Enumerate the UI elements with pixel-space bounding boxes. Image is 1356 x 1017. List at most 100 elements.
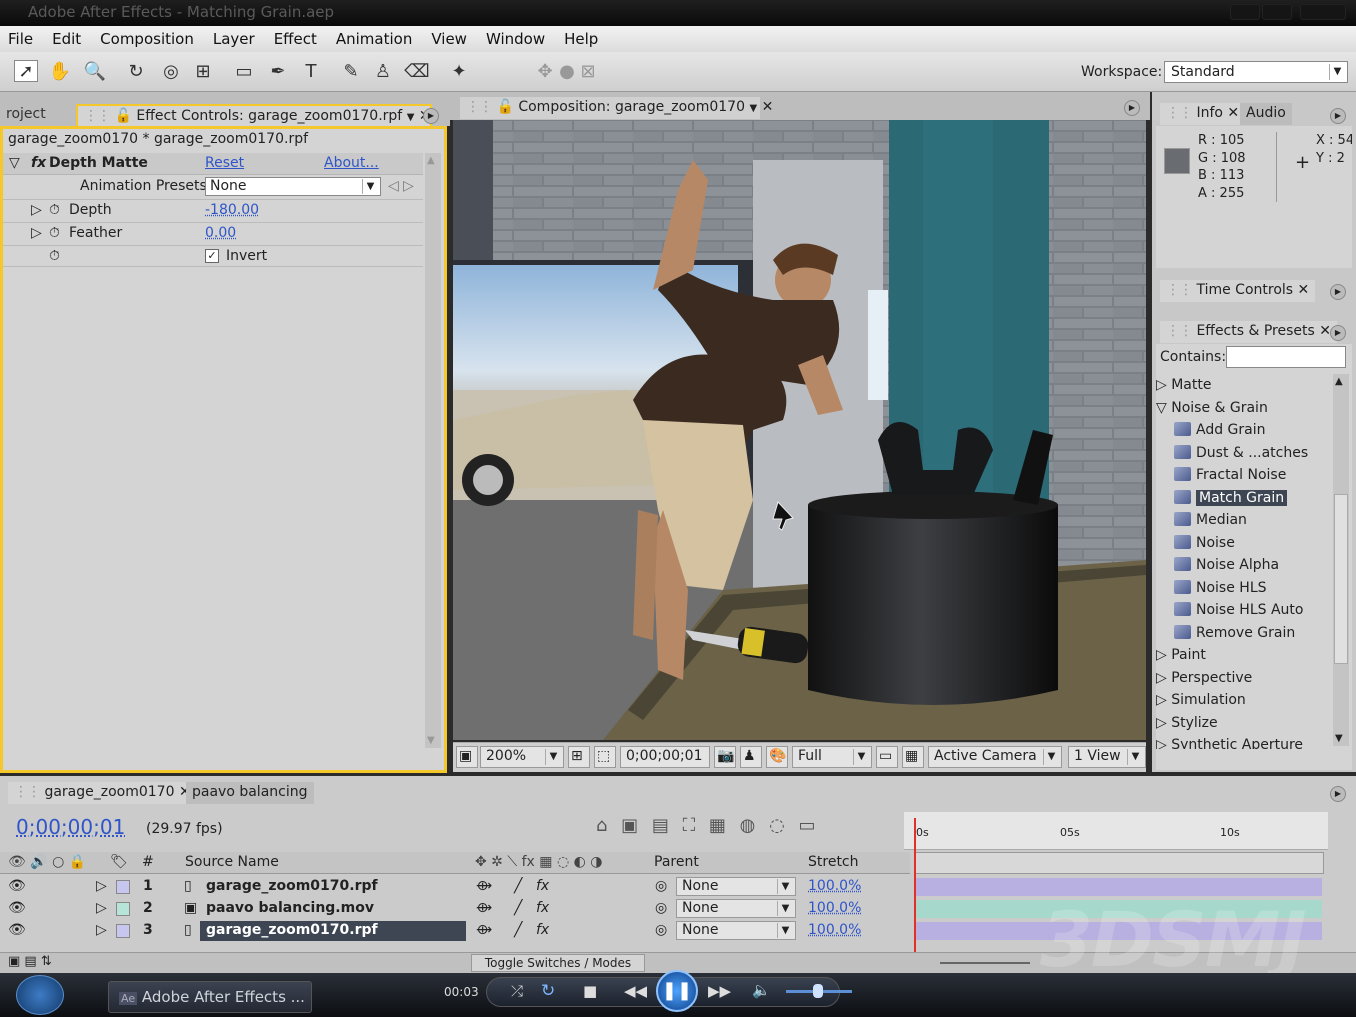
footer-toggle-icons[interactable]: ▣ ▤ ⇅ bbox=[8, 954, 52, 969]
panel-menu-icon[interactable]: ▶ bbox=[1330, 284, 1346, 300]
close-icon[interactable]: ✕ bbox=[1298, 282, 1310, 298]
tab-effect-controls[interactable]: ⋮⋮ 🔓 Effect Controls: garage_zoom0170.rp… bbox=[76, 104, 432, 126]
pickwhip-icon[interactable]: ◎ bbox=[655, 922, 667, 938]
timeline-current-time[interactable]: 0;00;00;01 bbox=[16, 815, 125, 839]
effect-item[interactable]: Fractal Noise bbox=[1156, 467, 1328, 489]
parent-select[interactable]: None ▼ bbox=[676, 921, 796, 940]
visibility-eye-icon[interactable]: 👁 bbox=[8, 922, 26, 938]
fx-icon[interactable]: fx bbox=[536, 878, 549, 894]
stopwatch-icon[interactable]: ⏱ bbox=[49, 248, 60, 264]
effect-item[interactable]: Noise HLS bbox=[1156, 580, 1328, 602]
tab-timeline-paavo[interactable]: paavo balancing bbox=[186, 782, 314, 804]
about-link[interactable]: About... bbox=[324, 155, 379, 171]
category-matte[interactable]: ▷ Matte bbox=[1156, 377, 1328, 399]
category-noise-grain[interactable]: ▽ Noise & Grain bbox=[1156, 400, 1328, 422]
stopwatch-icon[interactable]: ⏱ bbox=[49, 202, 60, 218]
pen-tool-icon[interactable]: ✒ bbox=[266, 60, 290, 82]
stretch-value[interactable]: 100.0% bbox=[808, 900, 861, 916]
menu-layer[interactable]: Layer bbox=[213, 30, 255, 48]
visibility-eye-icon[interactable]: 👁 bbox=[8, 878, 26, 894]
parent-select[interactable]: None ▼ bbox=[676, 877, 796, 896]
stretch-value[interactable]: 100.0% bbox=[808, 878, 861, 894]
current-time-indicator[interactable] bbox=[914, 818, 916, 952]
axis-mode-icon[interactable]: ✥ bbox=[533, 60, 557, 82]
hand-tool-icon[interactable]: ✋ bbox=[48, 60, 72, 82]
next-preset-icon[interactable]: ▷ bbox=[403, 178, 414, 194]
label-color-swatch[interactable] bbox=[116, 902, 130, 916]
rectangle-tool-icon[interactable]: ▭ bbox=[232, 60, 256, 82]
volume-icon[interactable]: 🔈 bbox=[752, 981, 771, 999]
rotate-tool-icon[interactable]: ↻ bbox=[124, 60, 148, 82]
category-synthetic-aperture[interactable]: ▷ Synthetic Aperture bbox=[1156, 737, 1328, 749]
brush-tool-icon[interactable]: ✎ bbox=[339, 60, 363, 82]
transparency-grid-icon[interactable]: ▦ bbox=[902, 746, 924, 768]
tab-composition[interactable]: ⋮⋮ 🔓 Composition: garage_zoom0170 ▼ ✕ bbox=[460, 97, 773, 119]
shy-icon[interactable]: ⟴ bbox=[476, 900, 492, 916]
timeline-layer-row-selected[interactable]: 👁 ▷ 3 ▯ garage_zoom0170.rpf ⟴ ╱ fx ◎ Non… bbox=[0, 920, 910, 942]
effect-header-row[interactable]: ▽ fx Depth Matte Reset About... bbox=[3, 153, 423, 175]
stopwatch-icon[interactable]: ⏱ bbox=[49, 225, 60, 241]
volume-thumb[interactable] bbox=[813, 984, 823, 998]
scroll-up-icon[interactable]: ▲ bbox=[427, 155, 435, 166]
feather-value[interactable]: 0.00 bbox=[205, 225, 236, 241]
region-of-interest-icon[interactable]: ▭ bbox=[876, 746, 898, 768]
type-tool-icon[interactable]: T bbox=[299, 60, 323, 82]
maximize-button[interactable] bbox=[1262, 4, 1292, 20]
layer-name[interactable]: garage_zoom0170.rpf bbox=[206, 878, 378, 894]
orbit-camera-icon[interactable]: ◎ bbox=[159, 60, 183, 82]
menu-animation[interactable]: Animation bbox=[336, 30, 412, 48]
effect-item[interactable]: Dust & ...atches bbox=[1156, 445, 1328, 467]
grid-guides-icon[interactable]: ⊞ bbox=[568, 746, 590, 768]
menu-composition[interactable]: Composition bbox=[100, 30, 194, 48]
depth-value[interactable]: -180.00 bbox=[205, 202, 259, 218]
layer-name[interactable]: paavo balancing.mov bbox=[206, 900, 374, 916]
previous-icon[interactable]: ◀◀ bbox=[624, 982, 647, 1000]
menu-edit[interactable]: Edit bbox=[52, 30, 81, 48]
panel-menu-icon[interactable]: ▶ bbox=[1330, 325, 1346, 341]
current-time-field[interactable]: 0;00;00;01 bbox=[620, 746, 710, 768]
effect-item[interactable]: Add Grain bbox=[1156, 422, 1328, 444]
pickwhip-icon[interactable]: ◎ bbox=[655, 878, 667, 894]
effect-item-selected[interactable]: Match Grain bbox=[1156, 490, 1328, 512]
pickwhip-icon[interactable]: ◎ bbox=[655, 900, 667, 916]
show-snapshot-icon[interactable]: ♟ bbox=[740, 746, 762, 768]
expand-triangle-icon[interactable]: ▷ bbox=[96, 900, 107, 916]
workspace-select[interactable]: Standard ▼ bbox=[1164, 61, 1348, 83]
visibility-eye-icon[interactable]: 👁 bbox=[8, 900, 26, 916]
chevron-down-icon[interactable]: ▼ bbox=[749, 103, 757, 114]
tab-effects-presets[interactable]: ⋮⋮ Effects & Presets ✕ bbox=[1160, 321, 1337, 343]
taskbar-app-button[interactable]: Ae Adobe After Effects ... bbox=[108, 981, 312, 1013]
effects-scrollbar[interactable]: ▲ ▼ bbox=[1333, 374, 1349, 746]
stretch-value[interactable]: 100.0% bbox=[808, 922, 861, 938]
view-layout-select[interactable]: 1 View ▼ bbox=[1068, 746, 1146, 768]
layer-name[interactable]: garage_zoom0170.rpf bbox=[200, 921, 466, 941]
timeline-layer-row[interactable]: 👁 ▷ 1 ▯ garage_zoom0170.rpf ⟴ ╱ fx ◎ Non… bbox=[0, 876, 910, 898]
selection-tool-icon[interactable]: ➚ bbox=[14, 60, 38, 82]
puppet-pin-icon[interactable]: ✦ bbox=[447, 60, 471, 82]
reset-link[interactable]: Reset bbox=[205, 155, 244, 171]
label-color-swatch[interactable] bbox=[116, 880, 130, 894]
expand-triangle-icon[interactable]: ▷ bbox=[96, 878, 107, 894]
close-window-button[interactable] bbox=[1300, 4, 1346, 20]
contains-search-input[interactable] bbox=[1226, 346, 1346, 368]
category-perspective[interactable]: ▷ Perspective bbox=[1156, 670, 1328, 692]
clone-stamp-icon[interactable]: ♙ bbox=[371, 60, 395, 82]
track-camera-icon[interactable]: ⊞ bbox=[191, 60, 215, 82]
fx-icon[interactable]: fx bbox=[31, 155, 46, 171]
panel-menu-icon[interactable]: ▶ bbox=[1330, 108, 1346, 124]
menu-help[interactable]: Help bbox=[564, 30, 598, 48]
tab-info[interactable]: ⋮⋮ Info ✕ bbox=[1160, 103, 1246, 125]
category-paint[interactable]: ▷ Paint bbox=[1156, 647, 1328, 669]
panel-menu-icon[interactable]: ▶ bbox=[1330, 786, 1346, 802]
tab-time-controls[interactable]: ⋮⋮ Time Controls ✕ bbox=[1160, 280, 1316, 302]
zoom-select[interactable]: 200% ▼ bbox=[480, 746, 564, 768]
scrollbar[interactable]: ▲ ▼ bbox=[425, 153, 441, 748]
expand-triangle-icon[interactable]: ▷ bbox=[31, 225, 42, 241]
presets-select[interactable]: None ▼ bbox=[205, 177, 381, 196]
time-ruler[interactable]: 0s 05s 10s bbox=[904, 812, 1328, 850]
chevron-down-icon[interactable]: ▼ bbox=[407, 112, 415, 123]
shy-icon[interactable]: ⟴ bbox=[476, 878, 492, 894]
next-icon[interactable]: ▶▶ bbox=[708, 982, 731, 1000]
shuffle-icon[interactable]: ⤮ bbox=[511, 982, 523, 1000]
label-color-swatch[interactable] bbox=[116, 924, 130, 938]
